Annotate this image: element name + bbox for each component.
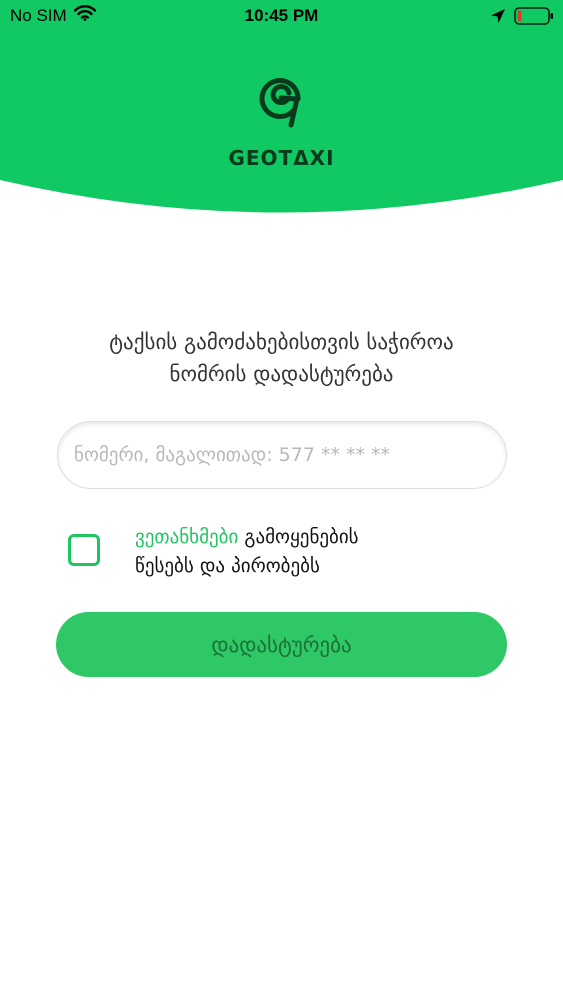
brand-name: GEOTΔXI xyxy=(228,146,335,170)
status-bar: No SIM 10:45 PM xyxy=(0,0,563,34)
terms-checkbox[interactable] xyxy=(68,534,100,566)
status-time: 10:45 PM xyxy=(244,6,319,25)
prompt-line-1: ტაქსის გამოძახებისთვის საჭიროა xyxy=(109,330,454,354)
terms-link-part1[interactable]: გამოყენების xyxy=(244,526,358,548)
terms-agree-label: ვეთანხმები xyxy=(135,526,239,548)
verification-prompt: ტაქსის გამოძახებისთვის საჭიროა ნომრის და… xyxy=(30,326,533,390)
terms-link-part2[interactable]: წესებს და პირობებს xyxy=(135,555,320,577)
location-arrow-icon xyxy=(490,8,506,29)
prompt-line-2: ნომრის დადასტურება xyxy=(169,362,394,386)
terms-text: ვეთანხმები გამოყენების წესებს და პირობებ… xyxy=(135,523,515,581)
battery-low-icon xyxy=(514,6,554,31)
phone-number-input[interactable] xyxy=(57,421,507,489)
confirm-button[interactable]: დადასტურება xyxy=(56,612,507,677)
geotaxi-logo-icon xyxy=(257,73,305,133)
confirm-button-label: დადასტურება xyxy=(211,632,352,657)
header-banner: No SIM 10:45 PM GEOTΔXI xyxy=(0,0,563,215)
